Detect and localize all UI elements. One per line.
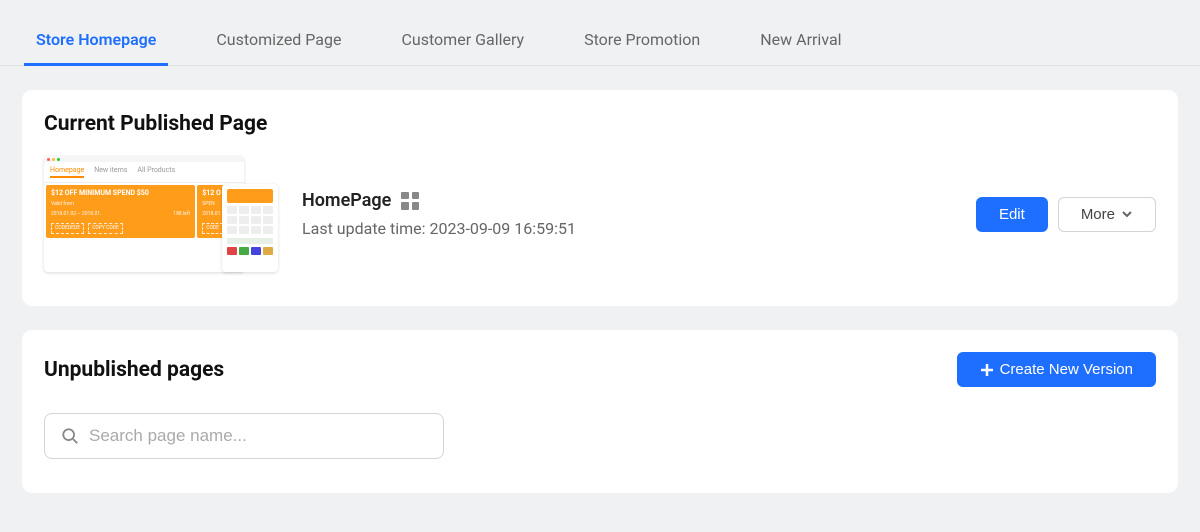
search-input[interactable] xyxy=(89,426,427,446)
create-new-version-label: Create New Version xyxy=(1000,361,1133,378)
create-new-version-button[interactable]: Create New Version xyxy=(957,352,1156,387)
more-button[interactable]: More xyxy=(1058,197,1156,232)
search-icon xyxy=(61,427,79,445)
more-button-label: More xyxy=(1081,206,1115,223)
search-box[interactable] xyxy=(44,413,444,459)
tab-new-arrival[interactable]: New Arrival xyxy=(748,20,853,65)
chevron-down-icon xyxy=(1121,208,1133,220)
tab-customer-gallery[interactable]: Customer Gallery xyxy=(389,20,536,65)
grid-icon xyxy=(401,192,419,210)
thumbnail-desktop: Homepage New items All Products $12 OFF … xyxy=(44,156,244,272)
published-section-title: Current Published Page xyxy=(44,112,1156,136)
published-actions: Edit More xyxy=(976,197,1156,232)
main-tabs: Store Homepage Customized Page Customer … xyxy=(0,0,1200,66)
tab-customized-page[interactable]: Customized Page xyxy=(204,20,353,65)
thumbnail-mobile xyxy=(222,184,278,272)
edit-button[interactable]: Edit xyxy=(976,197,1048,232)
tab-store-homepage[interactable]: Store Homepage xyxy=(24,20,168,65)
last-update-time: Last update time: 2023-09-09 16:59:51 xyxy=(302,219,956,238)
page-thumbnail: Homepage New items All Products $12 OFF … xyxy=(44,156,282,272)
unpublished-card: Unpublished pages Create New Version xyxy=(22,330,1178,493)
unpublished-section-title: Unpublished pages xyxy=(44,358,224,382)
page-name: HomePage xyxy=(302,190,391,211)
published-card: Current Published Page Homepage New item… xyxy=(22,90,1178,306)
tab-store-promotion[interactable]: Store Promotion xyxy=(572,20,712,65)
plus-icon xyxy=(980,363,994,377)
page-meta: HomePage Last update time: 2023-09-09 16… xyxy=(302,190,956,238)
